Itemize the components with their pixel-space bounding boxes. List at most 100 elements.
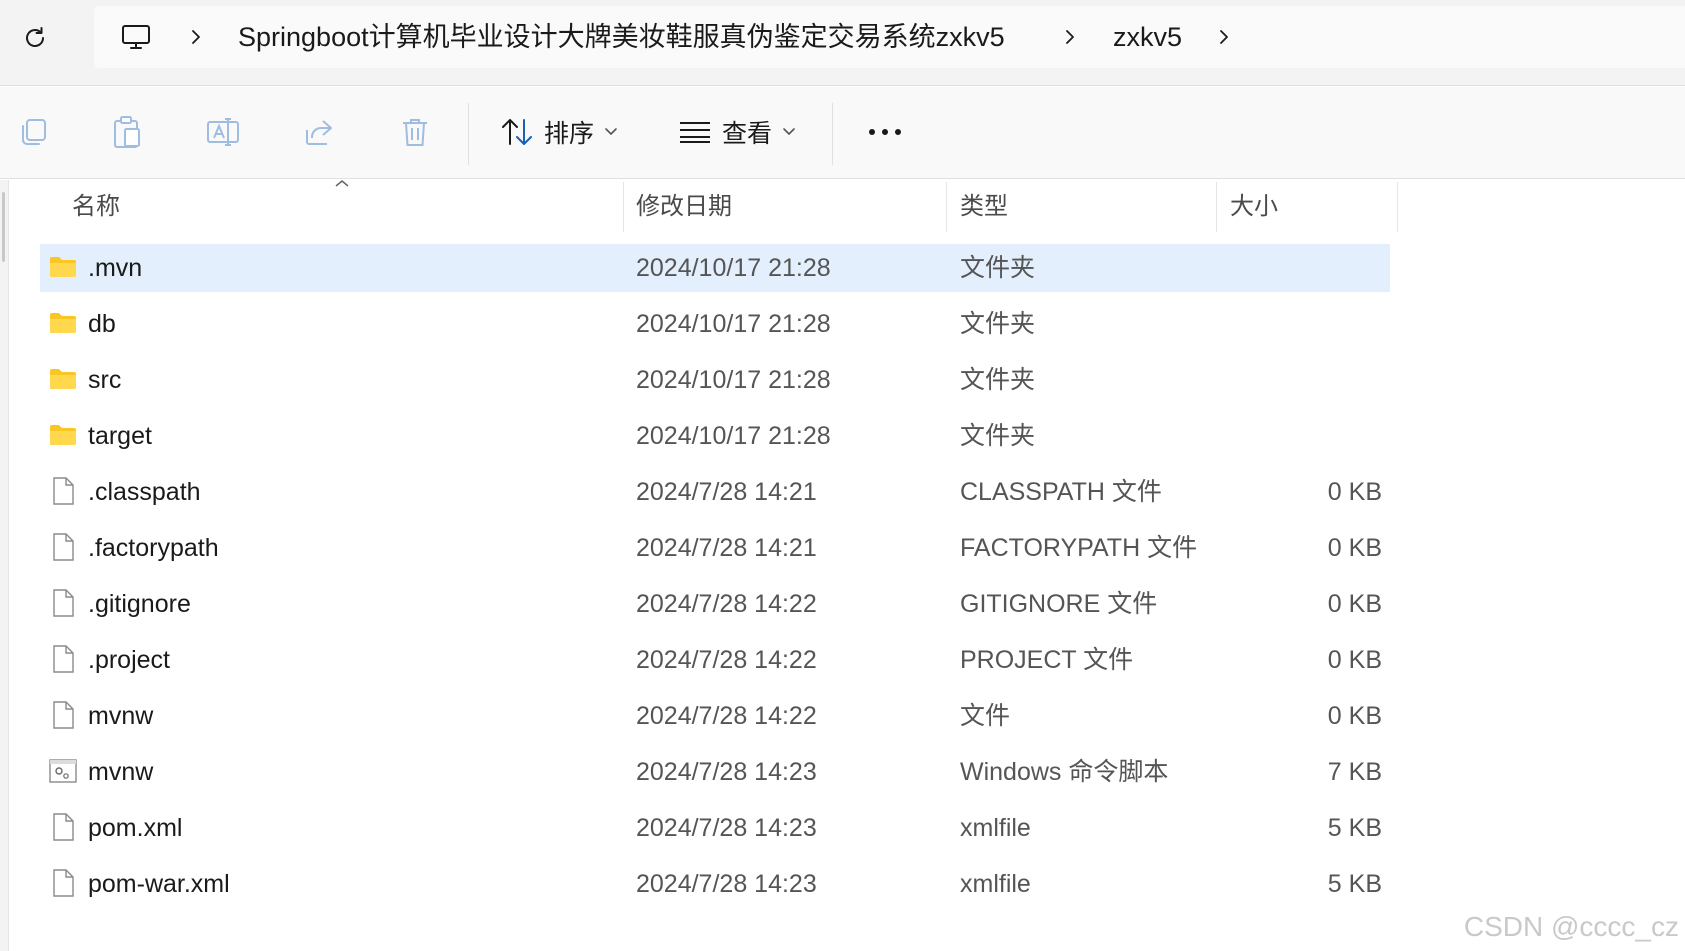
chevron-right-icon[interactable] [186, 23, 206, 51]
file-modified: 2024/10/17 21:28 [636, 422, 831, 450]
toolbar-divider [468, 103, 469, 165]
file-size: 0 KB [1327, 590, 1382, 618]
file-modified: 2024/7/28 14:23 [636, 814, 817, 842]
sort-icon [502, 119, 532, 145]
copy-button[interactable] [12, 111, 54, 153]
column-divider[interactable] [1216, 182, 1217, 232]
column-divider[interactable] [623, 182, 624, 232]
file-type: xmlfile [960, 870, 1031, 898]
file-type: 文件夹 [960, 254, 1036, 282]
file-name: pom-war.xml [88, 870, 230, 898]
file-row[interactable]: .mvn 2024/10/17 21:28 文件夹 [40, 244, 1390, 292]
file-row[interactable]: pom-war.xml 2024/7/28 14:23 xmlfile 5 KB [40, 860, 1390, 908]
folder-icon [48, 420, 78, 450]
file-row[interactable]: pom.xml 2024/7/28 14:23 xmlfile 5 KB [40, 804, 1390, 852]
sort-ascending-caret-icon [335, 180, 349, 187]
file-icon [48, 476, 78, 506]
file-icon [48, 532, 78, 562]
folder-icon [48, 308, 78, 338]
file-type: GITIGNORE 文件 [960, 590, 1158, 618]
rename-button[interactable] [202, 111, 244, 153]
trash-icon [403, 119, 427, 146]
file-type: 文件夹 [960, 366, 1036, 394]
file-name: .classpath [88, 478, 201, 506]
script-file-icon [48, 756, 78, 786]
pane-scroll-thumb[interactable] [2, 192, 5, 262]
file-modified: 2024/7/28 14:21 [636, 534, 817, 562]
watermark: CSDN @cccc_cz [1463, 911, 1679, 942]
file-name: .mvn [88, 254, 143, 282]
file-row[interactable]: .classpath 2024/7/28 14:21 CLASSPATH 文件 … [40, 468, 1390, 516]
file-row[interactable]: .gitignore 2024/7/28 14:22 GITIGNORE 文件 … [40, 580, 1390, 628]
chevron-right-icon[interactable] [1214, 23, 1234, 51]
column-divider[interactable] [1397, 182, 1398, 232]
paste-button[interactable] [106, 111, 148, 153]
file-type: Windows 命令脚本 [960, 758, 1169, 786]
share-icon [306, 120, 332, 145]
file-type: PROJECT 文件 [960, 646, 1134, 674]
command-bar: 排序 查看 [0, 87, 1685, 179]
sort-label: 排序 [544, 120, 595, 148]
refresh-icon [26, 27, 44, 47]
file-row[interactable]: src 2024/10/17 21:28 文件夹 [40, 356, 1390, 404]
delete-button[interactable] [394, 111, 436, 153]
file-size: 5 KB [1327, 870, 1382, 898]
file-type: 文件夹 [960, 422, 1036, 450]
file-name: .gitignore [88, 590, 191, 618]
paste-icon [114, 116, 140, 148]
file-name: db [88, 310, 116, 338]
file-name: mvnw [88, 702, 154, 730]
column-header-type[interactable]: 类型 [960, 182, 1008, 232]
file-row[interactable]: .project 2024/7/28 14:22 PROJECT 文件 0 KB [40, 636, 1390, 684]
column-divider[interactable] [946, 182, 947, 232]
file-type: 文件夹 [960, 310, 1036, 338]
breadcrumb-project-folder[interactable]: Springboot计算机毕业设计大牌美妆鞋服真伪鉴定交易系统zxkv5 [238, 19, 1005, 55]
view-label: 查看 [722, 120, 773, 148]
folder-icon [48, 364, 78, 394]
file-name: .project [88, 646, 170, 674]
file-type: 文件 [960, 702, 1011, 730]
toolbar-divider [832, 103, 833, 165]
chevron-down-icon [605, 128, 617, 136]
navigation-pane-edge[interactable] [0, 180, 9, 951]
file-type: CLASSPATH 文件 [960, 478, 1162, 506]
file-name: mvnw [88, 758, 154, 786]
rename-icon [207, 118, 239, 146]
file-row[interactable]: db 2024/10/17 21:28 文件夹 [40, 300, 1390, 348]
file-row[interactable]: mvnw 2024/7/28 14:22 文件 0 KB [40, 692, 1390, 740]
file-row[interactable]: target 2024/10/17 21:28 文件夹 [40, 412, 1390, 460]
more-icon [869, 129, 901, 135]
file-size: 0 KB [1327, 534, 1382, 562]
column-header-modified[interactable]: 修改日期 [636, 182, 732, 232]
file-name: src [88, 366, 122, 394]
file-size: 7 KB [1327, 758, 1382, 786]
file-row[interactable]: .factorypath 2024/7/28 14:21 FACTORYPATH… [40, 524, 1390, 572]
file-modified: 2024/10/17 21:28 [636, 366, 831, 394]
sort-button[interactable]: 排序 [500, 109, 618, 155]
address-bar-strip: Springboot计算机毕业设计大牌美妆鞋服真伪鉴定交易系统zxkv5 zxk… [0, 0, 1685, 86]
refresh-button[interactable] [14, 20, 56, 56]
copy-icon [22, 119, 46, 145]
folder-icon [48, 252, 78, 282]
file-size: 0 KB [1327, 702, 1382, 730]
file-name: target [88, 422, 152, 450]
chevron-right-icon[interactable] [1060, 23, 1080, 51]
file-icon [48, 812, 78, 842]
breadcrumb-current-folder[interactable]: zxkv5 [1113, 19, 1182, 55]
more-options-button[interactable] [862, 111, 908, 153]
file-type: xmlfile [960, 814, 1031, 842]
file-icon [48, 644, 78, 674]
file-size: 5 KB [1327, 814, 1382, 842]
file-modified: 2024/7/28 14:22 [636, 590, 817, 618]
file-modified: 2024/7/28 14:23 [636, 870, 817, 898]
this-pc-icon[interactable] [120, 21, 152, 53]
file-row[interactable]: mvnw 2024/7/28 14:23 Windows 命令脚本 7 KB [40, 748, 1390, 796]
column-header-name[interactable]: 名称 [72, 182, 120, 232]
share-button[interactable] [298, 111, 340, 153]
file-modified: 2024/7/28 14:21 [636, 478, 817, 506]
file-modified: 2024/7/28 14:22 [636, 702, 817, 730]
column-header-size[interactable]: 大小 [1230, 182, 1278, 232]
file-modified: 2024/7/28 14:23 [636, 758, 817, 786]
view-button[interactable]: 查看 [678, 109, 796, 155]
file-modified: 2024/10/17 21:28 [636, 310, 831, 338]
